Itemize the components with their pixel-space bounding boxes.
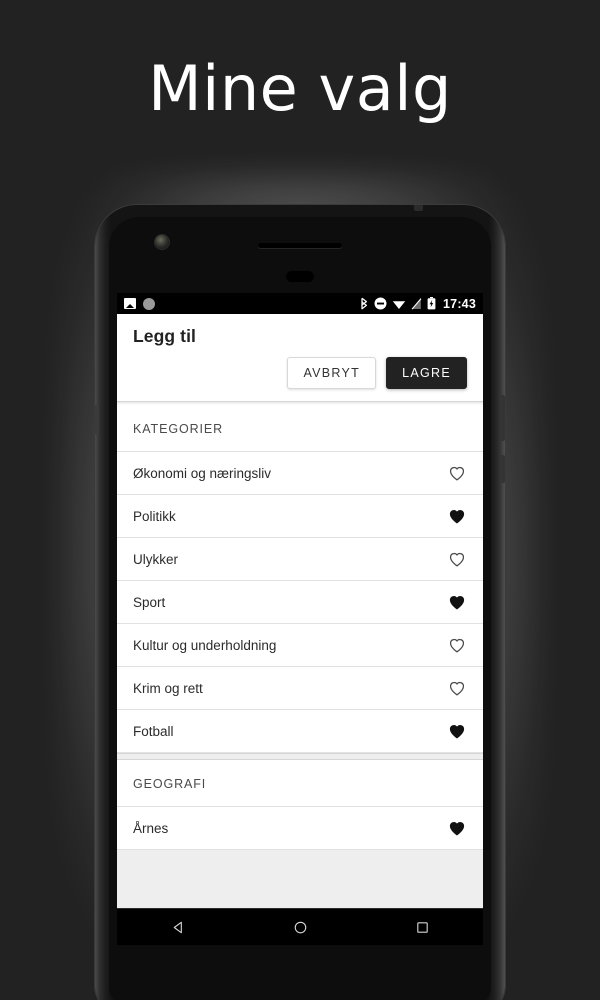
- phone-power-button[interactable]: [501, 395, 505, 441]
- phone-chin: [109, 945, 491, 1000]
- heart-filled-icon[interactable]: [447, 592, 467, 612]
- phone-screen: 17:43 Legg til AVBRYT LAGRE KATEGORIER Øk…: [117, 293, 483, 945]
- proximity-sensor-icon: [286, 271, 314, 282]
- earpiece-speaker-icon: [258, 243, 342, 248]
- list-item[interactable]: Politikk: [117, 495, 483, 538]
- status-bar-left: [124, 297, 155, 310]
- list-item[interactable]: Sport: [117, 581, 483, 624]
- list-item[interactable]: Kultur og underholdning: [117, 624, 483, 667]
- phone-volume-button[interactable]: [501, 455, 505, 483]
- signal-off-icon: [411, 297, 422, 310]
- list-item-label: Ulykker: [133, 551, 179, 567]
- section-gap: [117, 753, 483, 760]
- save-button[interactable]: LAGRE: [386, 357, 467, 389]
- list-item[interactable]: Økonomi og næringsliv: [117, 452, 483, 495]
- list-item-label: Årnes: [133, 820, 169, 836]
- do-not-disturb-icon: [374, 297, 387, 310]
- heart-outline-icon[interactable]: [447, 463, 467, 483]
- android-nav-bar: [117, 908, 483, 945]
- battery-charging-icon: [427, 297, 436, 310]
- bluetooth-icon: [361, 297, 368, 310]
- heart-filled-icon[interactable]: [447, 506, 467, 526]
- app-bar-actions: AVBRYT LAGRE: [133, 357, 467, 389]
- list-item-label: Sport: [133, 594, 166, 610]
- recording-dot-icon: [143, 297, 155, 310]
- page-title: Mine valg: [148, 52, 452, 125]
- list-item-label: Økonomi og næringsliv: [133, 465, 272, 481]
- screenshot-icon: [124, 298, 136, 309]
- preferences-list[interactable]: KATEGORIER Økonomi og næringsliv Politikk U…: [117, 405, 483, 908]
- section-header: GEOGRAFI: [117, 760, 483, 807]
- cancel-button[interactable]: AVBRYT: [287, 357, 377, 389]
- list-item-label: Kultur og underholdning: [133, 637, 277, 653]
- heart-outline-icon[interactable]: [447, 635, 467, 655]
- list-item[interactable]: Fotball: [117, 710, 483, 753]
- status-bar-right: 17:43: [358, 297, 476, 311]
- home-icon[interactable]: [293, 920, 308, 935]
- list-item-label: Fotball: [133, 723, 174, 739]
- heart-outline-icon[interactable]: [447, 549, 467, 569]
- section-header: KATEGORIER: [117, 405, 483, 452]
- heart-outline-icon[interactable]: [447, 678, 467, 698]
- recents-icon[interactable]: [415, 920, 430, 935]
- wifi-icon: [392, 300, 406, 309]
- heart-filled-icon[interactable]: [447, 721, 467, 741]
- list-filler: [117, 850, 483, 908]
- screenshot-root: Mine valg 17:43 Legg til AVBRYT LAGRE KA…: [0, 0, 600, 1000]
- list-item[interactable]: Årnes: [117, 807, 483, 850]
- status-bar: 17:43: [117, 293, 483, 314]
- list-item-label: Politikk: [133, 508, 176, 524]
- phone-top-button[interactable]: [414, 205, 423, 211]
- phone-device: 17:43 Legg til AVBRYT LAGRE KATEGORIER Øk…: [95, 205, 505, 1000]
- app-bar-title: Legg til: [133, 326, 197, 346]
- list-item[interactable]: Krim og rett: [117, 667, 483, 710]
- status-bar-clock: 17:43: [443, 296, 476, 311]
- back-icon[interactable]: [171, 920, 186, 935]
- phone-left-accent: [95, 405, 99, 435]
- list-item-label: Krim og rett: [133, 680, 203, 696]
- front-camera-icon: [155, 235, 169, 249]
- heart-filled-icon[interactable]: [447, 818, 467, 838]
- app-bar: Legg til AVBRYT LAGRE: [117, 314, 483, 401]
- list-item[interactable]: Ulykker: [117, 538, 483, 581]
